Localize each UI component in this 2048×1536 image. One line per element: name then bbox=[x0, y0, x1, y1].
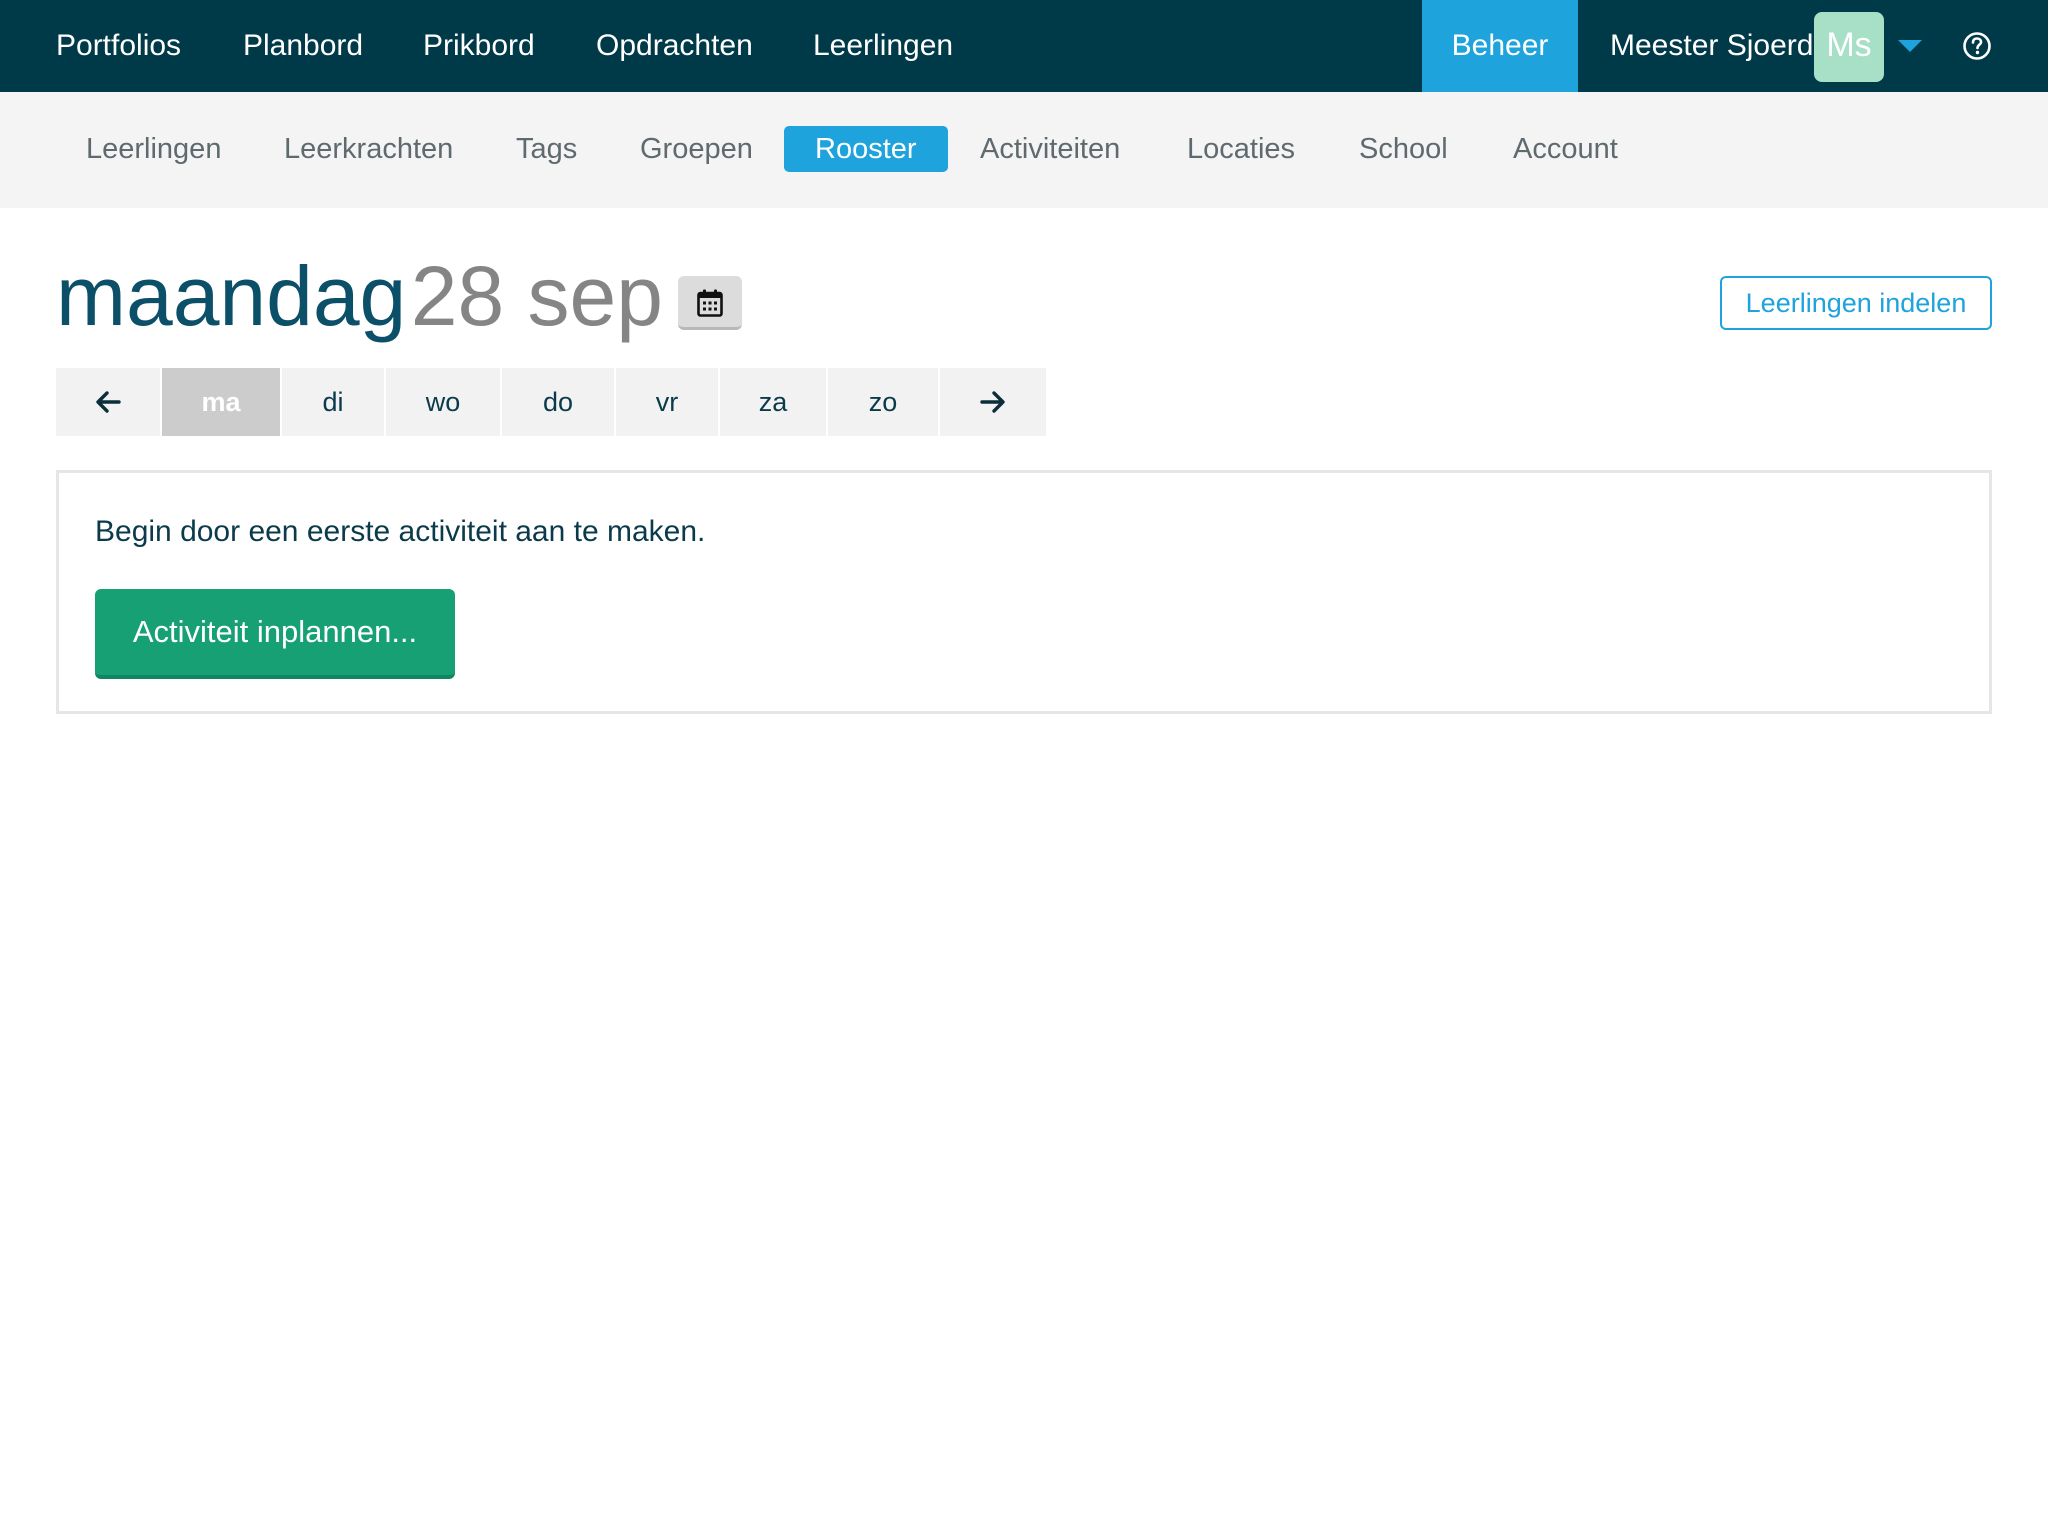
topnav-portfolios[interactable]: Portfolios bbox=[56, 0, 181, 92]
day-ma[interactable]: ma bbox=[162, 368, 280, 436]
topnav-planbord[interactable]: Planbord bbox=[243, 0, 363, 92]
day-vr[interactable]: vr bbox=[616, 368, 718, 436]
day-za[interactable]: za bbox=[720, 368, 826, 436]
avatar[interactable]: Ms bbox=[1814, 12, 1884, 82]
prev-week-button[interactable] bbox=[56, 368, 160, 436]
calendar-button[interactable] bbox=[678, 276, 742, 330]
subnav-rooster[interactable]: Rooster bbox=[784, 126, 948, 172]
subnav-school[interactable]: School bbox=[1359, 126, 1448, 172]
title-date: 28 sep bbox=[410, 249, 663, 343]
chevron-down-icon[interactable] bbox=[1898, 40, 1922, 52]
day-di[interactable]: di bbox=[282, 368, 384, 436]
day-wo[interactable]: wo bbox=[386, 368, 500, 436]
top-navigation: Portfolios Planbord Prikbord Opdrachten … bbox=[0, 0, 2048, 92]
topnav-prikbord[interactable]: Prikbord bbox=[423, 0, 535, 92]
topnav-leerlingen[interactable]: Leerlingen bbox=[813, 0, 953, 92]
empty-state-message: Begin door een eerste activiteit aan te … bbox=[95, 515, 706, 548]
day-zo[interactable]: zo bbox=[828, 368, 938, 436]
subnav-leerkrachten[interactable]: Leerkrachten bbox=[284, 126, 453, 172]
sub-navigation: Leerlingen Leerkrachten Tags Groepen Roo… bbox=[0, 92, 2048, 208]
subnav-groepen[interactable]: Groepen bbox=[640, 126, 753, 172]
day-do[interactable]: do bbox=[502, 368, 614, 436]
empty-state-panel: Begin door een eerste activiteit aan te … bbox=[56, 470, 1992, 714]
page-title: maandag 28 sep bbox=[56, 248, 663, 348]
topnav-opdrachten[interactable]: Opdrachten bbox=[596, 0, 753, 92]
schedule-activity-button[interactable]: Activiteit inplannen... bbox=[95, 589, 455, 679]
help-circle-icon[interactable] bbox=[1962, 31, 1992, 61]
arrow-right-icon bbox=[980, 391, 1005, 413]
user-name[interactable]: Meester Sjoerd bbox=[1610, 0, 1813, 92]
subnav-leerlingen[interactable]: Leerlingen bbox=[86, 126, 221, 172]
subnav-account[interactable]: Account bbox=[1513, 126, 1618, 172]
subnav-activiteiten[interactable]: Activiteiten bbox=[980, 126, 1120, 172]
subnav-tags[interactable]: Tags bbox=[516, 126, 577, 172]
arrow-left-icon bbox=[96, 391, 121, 413]
calendar-icon bbox=[697, 289, 723, 317]
title-day: maandag bbox=[56, 249, 407, 343]
assign-students-button[interactable]: Leerlingen indelen bbox=[1720, 276, 1992, 330]
next-week-button[interactable] bbox=[940, 368, 1046, 436]
topnav-beheer[interactable]: Beheer bbox=[1422, 0, 1578, 92]
subnav-locaties[interactable]: Locaties bbox=[1187, 126, 1295, 172]
